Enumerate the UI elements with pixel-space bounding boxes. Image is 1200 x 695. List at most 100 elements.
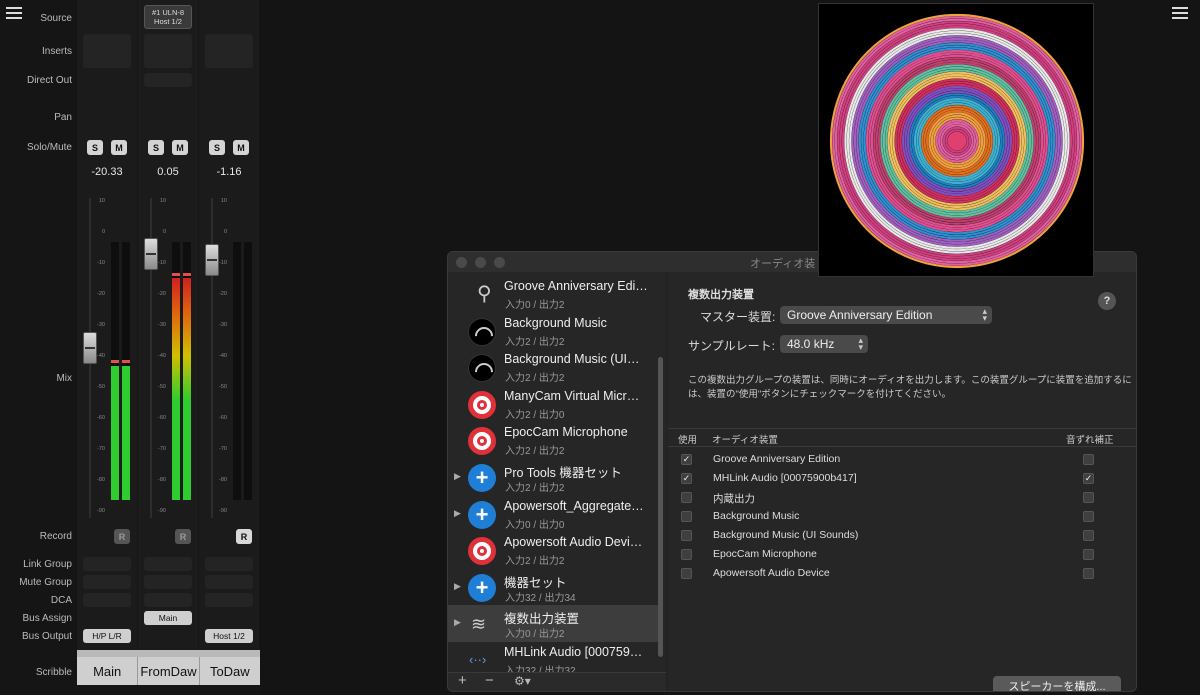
- inserts-slot[interactable]: [144, 34, 192, 68]
- link-group-slot[interactable]: [205, 557, 253, 571]
- mute-button[interactable]: M: [111, 140, 127, 155]
- device-table-header: 使用 オーディオ装置 音ずれ補正: [668, 428, 1136, 447]
- bus-assign-button[interactable]: Main: [144, 611, 192, 625]
- window-title: オーディオ装: [750, 258, 816, 270]
- bus-output-button[interactable]: Host 1/2: [205, 629, 253, 643]
- fader-handle[interactable]: [205, 244, 219, 276]
- mhlink-icon: ‹··›: [469, 652, 487, 667]
- inserts-slot[interactable]: [205, 34, 253, 68]
- disclosure-triangle-icon[interactable]: ▶: [454, 617, 461, 628]
- source-button[interactable]: #1 ULN-8 Host 1/2: [144, 5, 192, 29]
- device-list-item[interactable]: ManyCam Virtual Micr… 入力2 / 出力0: [448, 386, 658, 423]
- dca-slot[interactable]: [144, 593, 192, 607]
- fader-handle[interactable]: [83, 332, 97, 364]
- row-label-mix: Mix: [56, 373, 72, 384]
- use-checkbox[interactable]: [681, 492, 692, 503]
- peak-indicator: [122, 360, 130, 364]
- drift-correction-checkbox[interactable]: [1083, 454, 1094, 465]
- device-name: MHLink Audio [000759…: [504, 645, 643, 659]
- solo-button[interactable]: S: [209, 140, 225, 155]
- visualizer-rings: [829, 13, 1085, 269]
- background-music-icon: [468, 317, 496, 346]
- drift-correction-checkbox[interactable]: [1083, 530, 1094, 541]
- menu-icon[interactable]: [6, 7, 22, 19]
- level-meter-left: [172, 242, 180, 500]
- drift-correction-checkbox[interactable]: ✓: [1083, 473, 1094, 484]
- scale-tick-label: -70: [219, 446, 227, 452]
- device-table-row: ✓ Groove Anniversary Edition: [668, 450, 1136, 469]
- dca-slot[interactable]: [205, 593, 253, 607]
- mute-group-slot[interactable]: [83, 575, 131, 589]
- device-list-item[interactable]: ▶ + 機器セット 入力32 / 出力34: [448, 569, 658, 606]
- mute-group-slot[interactable]: [144, 575, 192, 589]
- device-list-item[interactable]: Apowersoft Audio Devi… 入力2 / 出力2: [448, 532, 658, 569]
- scribble-todaw[interactable]: ToDaw: [200, 657, 260, 685]
- record-button[interactable]: R: [236, 529, 252, 544]
- peak-indicator: [111, 360, 119, 364]
- drift-correction-checkbox[interactable]: [1083, 511, 1094, 522]
- record-button[interactable]: R: [114, 529, 130, 544]
- use-checkbox[interactable]: ✓: [681, 454, 692, 465]
- device-table-row: EpocCam Microphone: [668, 545, 1136, 564]
- drift-correction-checkbox[interactable]: [1083, 568, 1094, 579]
- record-button[interactable]: R: [175, 529, 191, 544]
- sample-rate-select[interactable]: 48.0 kHz ▴ ▾: [780, 335, 868, 353]
- scale-tick-label: -50: [158, 384, 166, 390]
- device-io: 入力0 / 出力2: [505, 300, 565, 311]
- scribble-fromdaw[interactable]: FromDaw: [138, 657, 200, 685]
- device-list-item[interactable]: Background Music (UI… 入力2 / 出力2: [448, 349, 658, 386]
- gear-menu-button[interactable]: ⚙︎▾: [514, 674, 531, 688]
- solo-button[interactable]: S: [148, 140, 164, 155]
- minimize-window-button[interactable]: [475, 257, 486, 268]
- link-group-slot[interactable]: [83, 557, 131, 571]
- plus-icon: +: [468, 464, 496, 492]
- row-label-direct-out: Direct Out: [26, 75, 72, 86]
- use-checkbox[interactable]: [681, 568, 692, 579]
- use-checkbox[interactable]: [681, 530, 692, 541]
- row-label-pan: Pan: [54, 112, 72, 123]
- menu-icon-right[interactable]: [1172, 7, 1188, 19]
- device-io: 入力2 / 出力2: [505, 336, 565, 348]
- device-io: 入力2 / 出力2: [505, 483, 565, 494]
- configure-speakers-button[interactable]: スピーカーを構成...: [993, 676, 1121, 691]
- add-device-button[interactable]: +: [458, 672, 467, 689]
- source-line-1: #1 ULN-8: [151, 8, 185, 17]
- remove-device-button[interactable]: −: [485, 672, 494, 689]
- device-list-item[interactable]: EpocCam Microphone 入力2 / 出力2: [448, 422, 658, 459]
- close-window-button[interactable]: [456, 257, 467, 268]
- link-group-slot[interactable]: [144, 557, 192, 571]
- fader-handle[interactable]: [144, 238, 158, 270]
- disclosure-triangle-icon[interactable]: ▶: [454, 471, 461, 482]
- drift-correction-checkbox[interactable]: [1083, 549, 1094, 560]
- device-detail-panel: 複数出力装置 マスター装置: Groove Anniversary Editio…: [668, 272, 1136, 691]
- drift-correction-checkbox[interactable]: [1083, 492, 1094, 503]
- mute-button[interactable]: M: [172, 140, 188, 155]
- scribble-main[interactable]: Main: [77, 657, 139, 685]
- use-checkbox[interactable]: ✓: [681, 473, 692, 484]
- dca-slot[interactable]: [83, 593, 131, 607]
- device-list-item[interactable]: Background Music 入力2 / 出力2: [448, 313, 658, 350]
- master-device-select[interactable]: Groove Anniversary Edition ▴ ▾: [780, 306, 992, 324]
- disclosure-triangle-icon[interactable]: ▶: [454, 508, 461, 519]
- bus-output-button[interactable]: H/P L/R: [83, 629, 131, 643]
- device-list-item[interactable]: ▶ ≋ 複数出力装置 入力0 / 出力2: [448, 605, 658, 642]
- direct-out-slot[interactable]: [144, 73, 192, 87]
- device-list-scrollbar[interactable]: [658, 357, 663, 657]
- mute-button[interactable]: M: [233, 140, 249, 155]
- scale-tick-label: -70: [97, 446, 105, 452]
- scribble-strip: Main FromDaw ToDaw: [77, 650, 260, 685]
- solo-button[interactable]: S: [87, 140, 103, 155]
- inserts-slot[interactable]: [83, 34, 131, 68]
- use-checkbox[interactable]: [681, 549, 692, 560]
- mute-group-slot[interactable]: [205, 575, 253, 589]
- zoom-window-button[interactable]: [494, 257, 505, 268]
- device-list-item[interactable]: ▶ + Pro Tools 機器セット 入力2 / 出力2: [448, 459, 658, 496]
- disclosure-triangle-icon[interactable]: ▶: [454, 581, 461, 592]
- device-list-item[interactable]: ▶ + Apowersoft_Aggregate… 入力0 / 出力0: [448, 496, 658, 533]
- help-button[interactable]: ?: [1098, 292, 1116, 310]
- master-device-label: マスター装置:: [700, 310, 776, 324]
- device-row-name: 内蔵出力: [713, 493, 755, 505]
- device-list-item[interactable]: ⚲ Groove Anniversary Edi… 入力0 / 出力2: [448, 276, 658, 313]
- use-checkbox[interactable]: [681, 511, 692, 522]
- peak-indicator: [183, 272, 191, 276]
